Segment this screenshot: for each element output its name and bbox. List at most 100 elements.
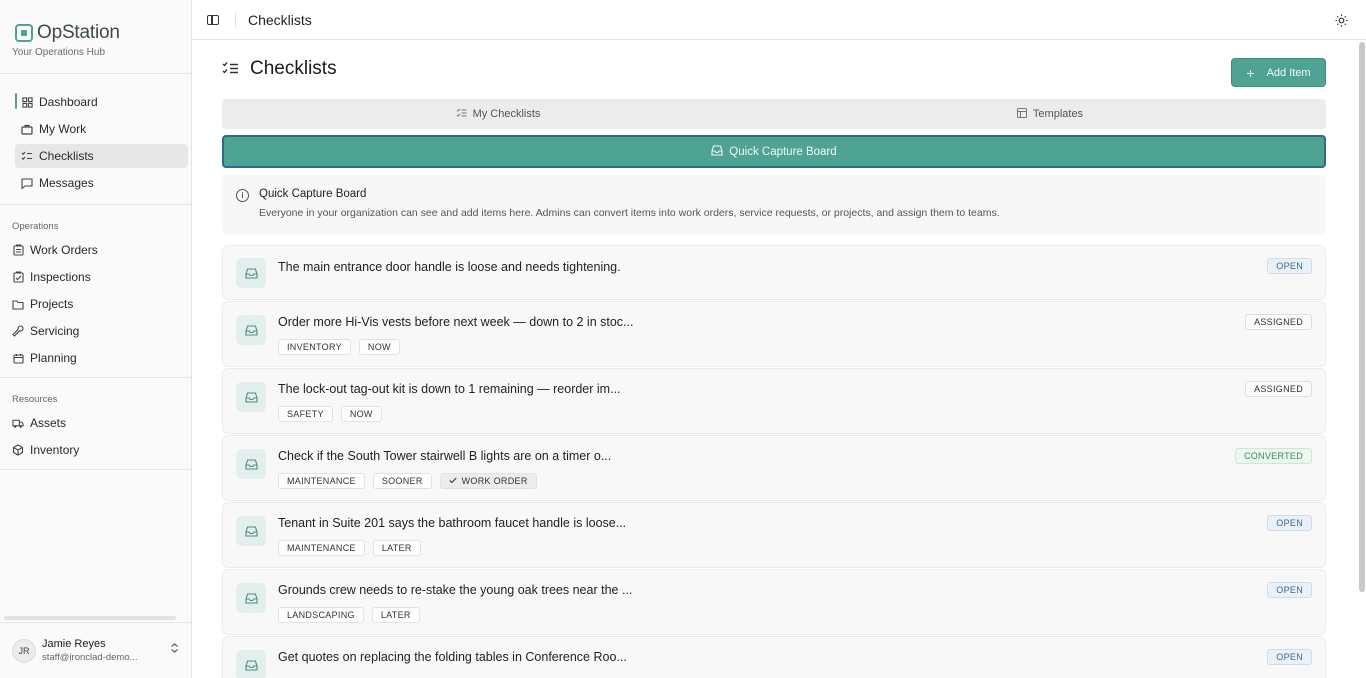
status-badge: ASSIGNED	[1245, 381, 1312, 397]
tag: LATER	[371, 607, 420, 623]
clipboard-icon	[12, 244, 24, 256]
list-item[interactable]: Grounds crew needs to re-stake the young…	[222, 569, 1326, 635]
item-text: Tenant in Suite 201 says the bathroom fa…	[278, 516, 627, 530]
plus-icon: +	[1246, 64, 1255, 81]
clipboard-check-icon	[12, 271, 24, 283]
brand-header: OpStation Your Operations Hub	[0, 0, 191, 74]
sidebar-item-dashboard[interactable]: Dashboard	[15, 90, 188, 114]
tag-list: MAINTENANCE LATER	[278, 540, 421, 556]
folder-icon	[12, 298, 24, 310]
list-item[interactable]: Tenant in Suite 201 says the bathroom fa…	[222, 502, 1326, 568]
sidebar-item-my-work[interactable]: My Work	[15, 117, 188, 141]
main-content: Checklists + Add Item My Checklists Temp…	[222, 40, 1326, 678]
tab-label: My Checklists	[472, 108, 541, 120]
resources-section: Resources Assets Inventory	[0, 378, 191, 470]
tag: MAINTENANCE	[278, 540, 365, 556]
sidebar-item-label: Servicing	[30, 324, 80, 338]
add-item-button[interactable]: + Add Item	[1231, 58, 1326, 87]
list-item[interactable]: The main entrance door handle is loose a…	[222, 245, 1326, 300]
sidebar-item-label: Planning	[30, 351, 77, 365]
sidebar-item-label: Projects	[30, 297, 74, 311]
info-banner: i Quick Capture Board Everyone in your o…	[222, 175, 1326, 235]
sun-icon[interactable]	[1334, 13, 1348, 27]
dashboard-icon	[21, 96, 33, 108]
chevron-updown-icon	[170, 643, 179, 656]
status-badge: OPEN	[1267, 582, 1312, 598]
sidebar-item-inspections[interactable]: Inspections	[8, 265, 181, 289]
inbox-icon	[236, 382, 266, 412]
brand-tagline: Your Operations Hub	[12, 47, 106, 58]
sidebar-item-projects[interactable]: Projects	[8, 292, 181, 316]
tag-list: LANDSCAPING LATER	[278, 607, 420, 623]
tab-label: Templates	[1032, 108, 1084, 120]
sidebar-item-checklists[interactable]: Checklists	[15, 144, 188, 168]
section-label: Operations	[12, 221, 59, 232]
user-email: staff@ironclad-demo...	[42, 652, 138, 663]
checklist-icon	[222, 61, 240, 77]
primary-nav: Dashboard My Work Checklists Messages	[0, 74, 191, 205]
sidebar-item-label: Dashboard	[39, 95, 98, 109]
topbar: Checklists	[192, 0, 1366, 40]
checklist-icon	[21, 150, 33, 162]
tag: LANDSCAPING	[278, 607, 364, 623]
sidebar-item-servicing[interactable]: Servicing	[8, 319, 181, 343]
tag-list: MAINTENANCE SOONER WORK ORDER	[278, 473, 537, 489]
status-badge: OPEN	[1267, 515, 1312, 531]
item-text: The lock-out tag-out kit is down to 1 re…	[278, 382, 621, 396]
tag-list: SAFETY NOW	[278, 406, 382, 422]
tag: NOW	[358, 339, 400, 355]
user-menu[interactable]: JR Jamie Reyes staff@ironclad-demo...	[0, 622, 191, 678]
info-icon: i	[236, 189, 249, 202]
quick-capture-board-tab[interactable]: Quick Capture Board	[222, 135, 1326, 168]
list-item[interactable]: Order more Hi-Vis vests before next week…	[222, 301, 1326, 367]
sidebar-toggle-icon[interactable]	[207, 14, 219, 25]
operations-section: Operations Work Orders Inspections Proje…	[0, 205, 191, 378]
sidebar-item-inventory[interactable]: Inventory	[8, 438, 181, 462]
item-text: Get quotes on replacing the folding tabl…	[278, 650, 627, 664]
item-text: Order more Hi-Vis vests before next week…	[278, 315, 634, 329]
package-icon	[12, 444, 24, 456]
add-item-label: Add Item	[1266, 66, 1311, 79]
sidebar-item-label: My Work	[39, 122, 87, 136]
sidebar-item-messages[interactable]: Messages	[15, 171, 188, 195]
inbox-icon	[236, 583, 266, 613]
status-badge: OPEN	[1267, 649, 1312, 665]
list-item[interactable]: Get quotes on replacing the folding tabl…	[222, 636, 1326, 678]
list-item[interactable]: The lock-out tag-out kit is down to 1 re…	[222, 368, 1326, 434]
check-icon	[449, 476, 457, 486]
sidebar-item-planning[interactable]: Planning	[8, 346, 181, 370]
tag: INVENTORY	[278, 339, 351, 355]
sidebar-item-assets[interactable]: Assets	[8, 411, 181, 435]
sidebar: OpStation Your Operations Hub Dashboard …	[0, 0, 192, 678]
list-item[interactable]: Check if the South Tower stairwell B lig…	[222, 435, 1326, 501]
template-icon	[1016, 107, 1027, 121]
tag-label: WORK ORDER	[461, 476, 528, 486]
item-text: The main entrance door handle is loose a…	[278, 260, 621, 274]
item-text: Grounds crew needs to re-stake the young…	[278, 583, 633, 597]
sidebar-scrollbar[interactable]	[4, 616, 176, 620]
sidebar-item-work-orders[interactable]: Work Orders	[8, 238, 181, 262]
status-badge: CONVERTED	[1234, 448, 1312, 464]
inbox-icon	[236, 315, 266, 345]
user-name: Jamie Reyes	[42, 638, 106, 650]
tag: LATER	[372, 540, 421, 556]
opstation-logo-icon	[15, 24, 33, 42]
divider	[235, 12, 236, 27]
sidebar-item-label: Inventory	[30, 443, 80, 457]
sidebar-item-label: Work Orders	[30, 243, 98, 257]
brand-name: OpStation	[37, 22, 120, 43]
inbox-icon	[236, 449, 266, 479]
tag-list: INVENTORY NOW	[278, 339, 400, 355]
status-badge: ASSIGNED	[1245, 314, 1312, 330]
tab-my-checklists[interactable]: My Checklists	[222, 99, 774, 129]
page-scrollbar[interactable]	[1359, 42, 1365, 592]
work-order-tag[interactable]: WORK ORDER	[439, 473, 537, 489]
item-text: Check if the South Tower stairwell B lig…	[278, 449, 612, 463]
tab-templates[interactable]: Templates	[774, 99, 1326, 129]
sidebar-item-label: Assets	[30, 416, 67, 430]
inbox-icon	[236, 258, 266, 288]
info-description: Everyone in your organization can see an…	[259, 207, 1000, 219]
tag: SOONER	[372, 473, 432, 489]
truck-icon	[12, 417, 24, 429]
page-title: Checklists	[250, 58, 337, 79]
